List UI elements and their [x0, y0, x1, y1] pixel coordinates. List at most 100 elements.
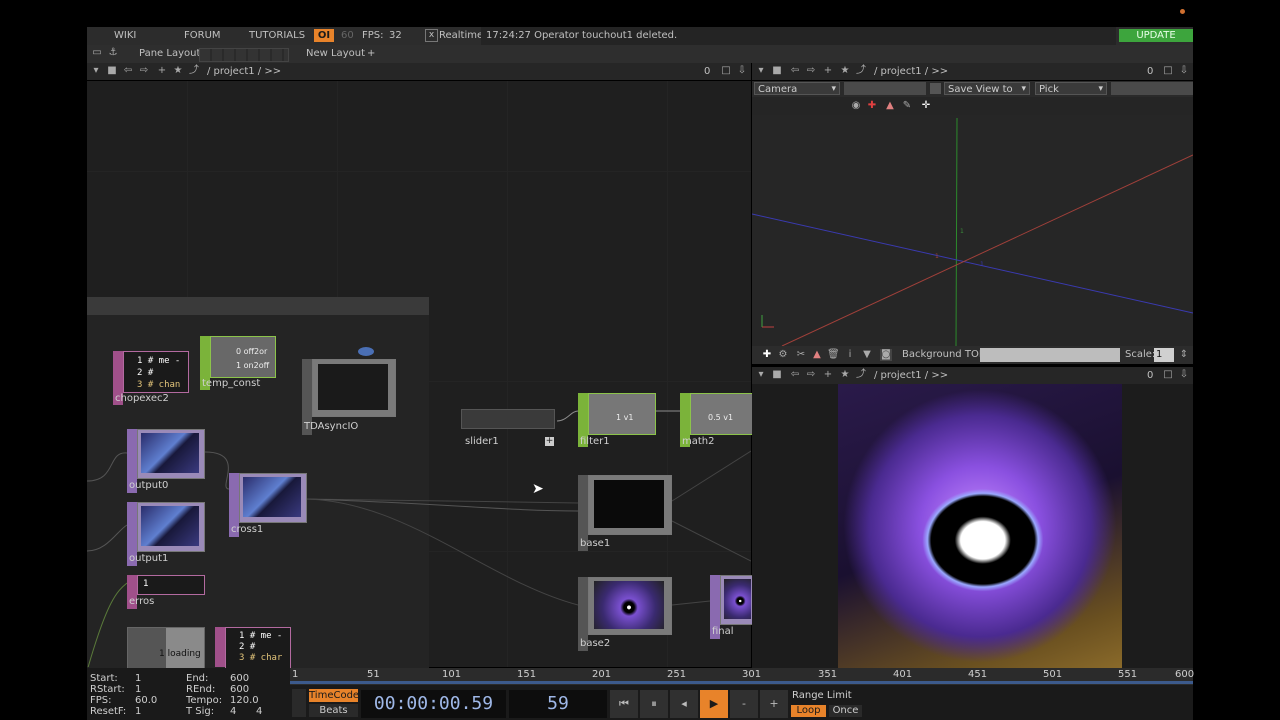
- new-layout-label[interactable]: New Layout: [306, 48, 365, 59]
- node-temp-const[interactable]: 0 off2or 1 on2off temp_const: [200, 336, 276, 390]
- viewer-download-icon[interactable]: ⇩: [1178, 65, 1190, 77]
- save-view-dropdown[interactable]: Save View to: [944, 82, 1030, 96]
- start-value[interactable]: 1: [135, 673, 141, 684]
- beats-tab[interactable]: Beats: [309, 704, 358, 717]
- resetf-value[interactable]: 1: [135, 706, 141, 717]
- viewer2-add-icon[interactable]: +: [822, 369, 834, 381]
- wiki-link[interactable]: WIKI: [114, 30, 136, 41]
- end-value[interactable]: 600: [230, 673, 249, 684]
- node-cross1[interactable]: cross1: [229, 473, 307, 537]
- node-loading[interactable]: 1 loading: [127, 627, 205, 669]
- forum-link[interactable]: FORUM: [184, 30, 221, 41]
- anchor-icon[interactable]: ⚓: [107, 47, 119, 59]
- node-base2[interactable]: base2: [578, 577, 672, 651]
- node-tdasyncio[interactable]: TDAsyncIO: [302, 347, 396, 435]
- viewer2-stop-icon[interactable]: ■: [771, 369, 783, 381]
- add-icon[interactable]: +: [156, 65, 168, 77]
- up-icon[interactable]: ⤴: [188, 65, 200, 77]
- node-chopexec2[interactable]: 1 # me - 2 # 3 # chan chopexec2: [113, 351, 189, 405]
- scale-field[interactable]: 1: [1154, 348, 1174, 362]
- node-base1[interactable]: base1: [578, 475, 672, 551]
- node-slider1[interactable]: slider1 +: [461, 409, 557, 449]
- scale-stepper-icon[interactable]: ⇕: [1178, 349, 1190, 361]
- move-tool-icon[interactable]: ✚: [866, 100, 878, 112]
- viewer-star-icon[interactable]: ★: [839, 65, 851, 77]
- viewer-back-icon[interactable]: ⇦: [789, 65, 801, 77]
- network-path[interactable]: / project1 / >>: [207, 66, 281, 77]
- brush-tool-icon[interactable]: ✎: [901, 100, 913, 112]
- tsig-value-b[interactable]: 4: [256, 706, 262, 717]
- viewer-path[interactable]: / project1 / >>: [874, 66, 948, 77]
- frame-display[interactable]: 59: [509, 690, 607, 718]
- fps-value-bottom[interactable]: 60.0: [135, 695, 157, 706]
- play-button[interactable]: ▶: [700, 690, 728, 718]
- bg-trash-icon[interactable]: 🗑: [827, 349, 840, 361]
- bg-top-field[interactable]: [980, 348, 1120, 362]
- perform-mode-badge[interactable]: OI: [314, 29, 334, 42]
- 3d-viewport[interactable]: 1 1 1: [751, 115, 1194, 347]
- stop-icon[interactable]: ■: [106, 65, 118, 77]
- node-chopexec-bottom[interactable]: 1 # me - 2 # 3 # char: [215, 627, 291, 669]
- viewer2-up-icon[interactable]: ⤴: [855, 369, 867, 381]
- node-math2[interactable]: 0.5 v1 math2: [680, 393, 753, 447]
- node-filter1[interactable]: 1 v1 filter1: [578, 393, 656, 447]
- viewer2-path[interactable]: / project1 / >>: [874, 370, 948, 381]
- viewer-maximize-icon[interactable]: □: [1162, 65, 1174, 77]
- update-button[interactable]: UPDATE: [1119, 29, 1193, 42]
- bg-shape-icon[interactable]: ▲: [811, 349, 823, 361]
- grid-tool-icon[interactable]: ▲: [884, 100, 896, 112]
- step-plus-button[interactable]: +: [760, 690, 788, 718]
- viewer-stop-icon[interactable]: ■: [771, 65, 783, 77]
- loop-button[interactable]: Loop: [791, 705, 826, 717]
- forward-icon[interactable]: ⇨: [138, 65, 150, 77]
- viewer-up-icon[interactable]: ⤴: [855, 65, 867, 77]
- add-layout-button[interactable]: +: [367, 48, 375, 59]
- viewer2-download-icon[interactable]: ⇩: [1178, 369, 1190, 381]
- viewer2-back-icon[interactable]: ⇦: [789, 369, 801, 381]
- viewer-lock-icon[interactable]: [930, 83, 941, 94]
- bg-cut-icon[interactable]: ✂: [795, 349, 807, 361]
- bg-link-icon[interactable]: ⚙: [777, 349, 789, 361]
- render-preview-pane[interactable]: [752, 384, 1193, 668]
- node-final[interactable]: final: [710, 575, 753, 639]
- maximize-icon[interactable]: □: [720, 65, 732, 77]
- pause-button[interactable]: ⏸: [640, 690, 668, 718]
- camera-tool-icon[interactable]: ◉: [850, 100, 862, 112]
- bg-camera-icon[interactable]: ◙: [880, 349, 892, 361]
- tutorials-link[interactable]: TUTORIALS: [249, 30, 305, 41]
- node-output1[interactable]: output1: [127, 502, 205, 566]
- timecode-tab[interactable]: TimeCode: [309, 689, 359, 702]
- node-erros[interactable]: 1 erros: [127, 575, 205, 609]
- bg-info-icon[interactable]: i: [844, 349, 856, 361]
- tsig-value-a[interactable]: 4: [230, 706, 236, 717]
- realtime-checkbox[interactable]: x: [425, 29, 438, 42]
- bg-add-icon[interactable]: ✚: [761, 349, 773, 361]
- node-output0[interactable]: output0: [127, 429, 205, 493]
- viewer-add-icon[interactable]: +: [822, 65, 834, 77]
- tempo-value[interactable]: 120.0: [230, 695, 259, 706]
- bg-filter-icon[interactable]: ▼: [861, 349, 873, 361]
- rend-value[interactable]: 600: [230, 684, 249, 695]
- pick-dropdown[interactable]: Pick: [1035, 82, 1107, 96]
- step-back-button[interactable]: ◂: [670, 690, 698, 718]
- download-icon[interactable]: ⇩: [736, 65, 748, 77]
- viewer2-star-icon[interactable]: ★: [839, 369, 851, 381]
- rstart-value[interactable]: 1: [135, 684, 141, 695]
- pick-field[interactable]: [1111, 82, 1193, 95]
- pane-layout-presets[interactable]: [199, 48, 289, 62]
- viewer-pane-menu-icon[interactable]: ▾: [755, 65, 767, 77]
- viewer2-pane-menu-icon[interactable]: ▾: [755, 369, 767, 381]
- step-minus-button[interactable]: -: [730, 690, 758, 718]
- back-icon[interactable]: ⇦: [122, 65, 134, 77]
- star-icon[interactable]: ★: [172, 65, 184, 77]
- time-mode-toggle[interactable]: [292, 689, 306, 717]
- timecode-display[interactable]: 00:00:00.59: [361, 690, 506, 718]
- pane-menu-icon[interactable]: ▾: [90, 65, 102, 77]
- network-editor[interactable]: 1 # me - 2 # 3 # chan chopexec2 0 off2or…: [87, 81, 753, 685]
- viewer2-forward-icon[interactable]: ⇨: [805, 369, 817, 381]
- timeline-ruler[interactable]: 1 51 101 151 201 251 301 351 401 451 501…: [290, 668, 1194, 685]
- crosshair-tool-icon[interactable]: ✛: [920, 100, 932, 112]
- camera-dropdown[interactable]: Camera: [754, 82, 840, 96]
- rewind-button[interactable]: ⏮: [610, 690, 638, 718]
- once-button[interactable]: Once: [829, 705, 862, 717]
